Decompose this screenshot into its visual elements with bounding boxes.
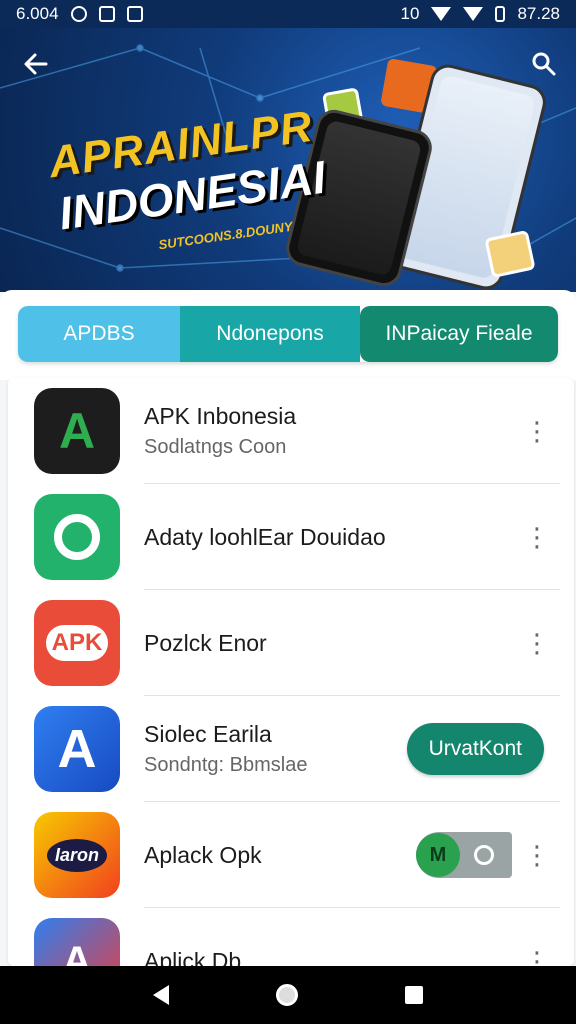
status-left: 6.004 — [16, 4, 143, 24]
status-bar: 6.004 10 87.28 — [0, 0, 576, 28]
wifi-icon — [431, 7, 452, 21]
app-title: Pozlck Enor — [144, 629, 267, 656]
app-icon: A — [34, 706, 120, 792]
list-item[interactable]: A Siolec Earila Sondntg: Bbmslae UrvatKo… — [8, 696, 574, 802]
search-button[interactable] — [526, 46, 562, 82]
tab-ndonepons[interactable]: Ndonepons — [180, 306, 360, 362]
arrow-left-icon — [24, 53, 48, 75]
cell-signal-icon — [463, 7, 484, 21]
tab-apdbs[interactable]: APDBS — [18, 306, 180, 362]
signal-text: 10 — [400, 4, 420, 23]
back-button[interactable] — [18, 46, 54, 82]
app-icon-label: Iaron — [46, 838, 107, 872]
more-vertical-icon[interactable]: ⋮ — [524, 524, 550, 550]
hero-banner: APRAINLPR INDONESIAI SUTCOONS.8.DOUNY — [0, 28, 576, 292]
battery-icon — [495, 6, 506, 22]
app-title: APK Inbonesia — [144, 403, 297, 429]
update-button[interactable]: UrvatKont — [406, 723, 544, 775]
toggle-knob: M — [416, 833, 460, 877]
app-title: Aplick Db — [144, 947, 242, 967]
nav-recents-icon[interactable] — [404, 986, 423, 1004]
app-subtitle: Sodlatngs Coon — [144, 436, 287, 458]
list-item[interactable]: Iaron Aplack Opk M ⋮ — [8, 802, 574, 908]
more-vertical-icon[interactable]: ⋮ — [524, 842, 550, 868]
app-notification-icon — [98, 6, 115, 22]
tabs-card: APDBS Ndonepons INPaicay Fieale — [0, 290, 576, 380]
list-item[interactable]: A Aplick Db ⋮ — [8, 908, 574, 966]
app-icon: APK — [34, 600, 120, 686]
status-clock: 87.28 — [517, 4, 560, 23]
list-item[interactable]: APK Pozlck Enor ⋮ — [8, 590, 574, 696]
notification-icon — [70, 6, 87, 22]
tab-inpaicay-fieale[interactable]: INPaicay Fieale — [360, 306, 558, 362]
toggle-switch[interactable]: M — [416, 832, 512, 878]
app-icon: A — [34, 918, 120, 966]
app-icon: A — [34, 388, 120, 474]
nav-home-icon[interactable] — [275, 984, 298, 1006]
search-icon — [532, 52, 556, 76]
app-title: Adaty loohlEar Douidao — [144, 523, 386, 550]
image-notification-icon — [126, 6, 143, 22]
nav-back-icon[interactable] — [153, 985, 170, 1005]
status-time: 6.004 — [16, 4, 59, 23]
sync-icon — [474, 845, 494, 865]
app-icon-label: APK — [45, 625, 109, 661]
more-vertical-icon[interactable]: ⋮ — [524, 630, 550, 656]
app-icon: Iaron — [34, 812, 120, 898]
app-icon — [34, 494, 120, 580]
more-vertical-icon[interactable]: ⋮ — [524, 418, 550, 444]
more-vertical-icon[interactable]: ⋮ — [524, 948, 550, 966]
app-list: A APK Inbonesia Sodlatngs Coon ⋮ Adaty l… — [8, 378, 574, 966]
list-item[interactable]: A APK Inbonesia Sodlatngs Coon ⋮ — [8, 378, 574, 484]
status-right: 10 87.28 — [401, 4, 560, 24]
system-nav-bar — [0, 966, 576, 1024]
tab-bar: APDBS Ndonepons INPaicay Fieale — [18, 306, 558, 362]
list-item[interactable]: Adaty loohlEar Douidao ⋮ — [8, 484, 574, 590]
